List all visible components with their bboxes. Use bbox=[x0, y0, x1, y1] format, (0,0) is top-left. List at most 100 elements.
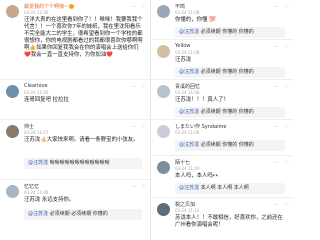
comment-username[interactable]: しまたい作 Syndaime bbox=[175, 123, 226, 130]
comment-text: 汪苏泷！！！真人了！ bbox=[175, 97, 229, 103]
avatar[interactable] bbox=[6, 5, 19, 18]
reply-text: 本人啊 本人啊 本人啊 bbox=[200, 185, 249, 191]
reply-icon[interactable]: ⋯ bbox=[275, 4, 280, 10]
reply-bubble[interactable]: @汪苏泷 必须续期 你懂的 你懂的 bbox=[175, 27, 285, 38]
like-icon[interactable]: ♡ bbox=[285, 202, 289, 208]
comment-time: 03-24 11:06 bbox=[24, 90, 49, 95]
left-comment-column: 最爱我的个个啊咖~ 03-24 11:06 ⋯ ♡ 汪洋大表的在这里看到你了！！… bbox=[0, 0, 151, 240]
avatar[interactable] bbox=[157, 203, 170, 216]
like-icon[interactable]: ♡ bbox=[285, 84, 289, 90]
reply-text: 啾啾啾啾啾啾啾啾啾啾啾啾 bbox=[49, 160, 110, 166]
comment-actions: ⋯ ♡ bbox=[275, 160, 289, 166]
avatar[interactable] bbox=[6, 125, 19, 138]
like-icon[interactable]: ♡ bbox=[142, 184, 146, 190]
reply-icon[interactable]: ⋯ bbox=[132, 124, 137, 130]
comment-username[interactable]: 帅士 bbox=[24, 123, 34, 130]
comment-actions: ⋯ ♡ bbox=[132, 4, 146, 10]
comment-actions: ⋯ ♡ bbox=[275, 84, 289, 90]
comment-text: 你懂的，你懂 💯 bbox=[175, 17, 216, 23]
avatar[interactable] bbox=[157, 161, 170, 174]
comment-item: しまたい作 Syndaime 03-24 11:08 ⋯ ♡ @汪苏泷 必须续期… bbox=[151, 120, 293, 156]
comment-item: 不鸣 03-24 11:08 ⋯ ♡ 你懂的，你懂 💯 @汪苏泷 必须续期 你懂… bbox=[151, 0, 293, 40]
reply-icon[interactable]: ⋯ bbox=[275, 124, 280, 130]
comment-item: 裂之贝加 03-24 11:12 ⋯ ♡ 苏泷本人！！不敢相信，好喜欢你，之前还… bbox=[151, 198, 293, 240]
reply-icon[interactable]: ⋯ bbox=[132, 84, 137, 90]
avatar[interactable] bbox=[157, 125, 170, 138]
reply-author[interactable]: @汪苏泷 bbox=[179, 142, 199, 148]
right-comment-column: 不鸣 03-24 11:08 ⋯ ♡ 你懂的，你懂 💯 @汪苏泷 必须续期 你懂… bbox=[151, 0, 293, 240]
comment-username[interactable]: Yellow bbox=[175, 43, 190, 49]
comment-time: 03-24 11:12 bbox=[175, 208, 200, 213]
comment-username[interactable]: 忆忆忆 bbox=[24, 183, 39, 190]
comment-time: 03-24 11:08 bbox=[175, 10, 200, 15]
comment-actions: ⋯ ♡ bbox=[275, 44, 289, 50]
reply-text: 必须续期 你懂的 你懂的 bbox=[200, 29, 254, 35]
comment-item: 忆忆忆 03-24 11:08 ⋯ ♡ 汪苏泷 永远支持你。 @汪苏泷 必须续期… bbox=[0, 180, 150, 240]
like-icon[interactable]: ♡ bbox=[142, 4, 146, 10]
like-icon[interactable]: ♡ bbox=[285, 124, 289, 130]
like-icon[interactable]: ♡ bbox=[285, 4, 289, 10]
reply-bubble[interactable]: @汪苏泷 本人啊 本人啊 本人啊 bbox=[175, 183, 285, 194]
reply-author[interactable]: @汪苏泷 bbox=[179, 29, 199, 35]
avatar[interactable] bbox=[157, 45, 170, 58]
like-icon[interactable]: ♡ bbox=[285, 44, 289, 50]
reply-bubble[interactable]: @汪苏泷 必须续期 必须续期 你懂的 bbox=[24, 209, 142, 220]
like-icon[interactable]: ♡ bbox=[142, 124, 146, 130]
comment-text: 汪苏泷👍🏻大家快来啊。请看一条野宝的小弦友。 bbox=[24, 137, 139, 143]
comment-item: 帅士 03-24 11:07 ⋯ ♡ 汪苏泷👍🏻大家快来啊。请看一条野宝的小弦友… bbox=[0, 120, 150, 180]
comment-time: 03-24 11:06 bbox=[24, 10, 49, 15]
reply-icon[interactable]: ⋯ bbox=[132, 184, 137, 190]
comment-time: 03-24 11:07 bbox=[24, 130, 49, 135]
comment-text: 本人吗，本人吗👀 bbox=[175, 173, 220, 179]
comment-actions: ⋯ ♡ bbox=[132, 184, 146, 190]
comment-time: 03-24 11:09 bbox=[175, 166, 200, 171]
reply-bubble[interactable]: @汪苏泷 必须续期 你懂的 你懂的 bbox=[175, 107, 285, 118]
like-icon[interactable]: ♡ bbox=[142, 84, 146, 90]
reply-author[interactable]: @汪苏泷 bbox=[179, 69, 199, 75]
comment-username[interactable]: 最爱我的个个啊咖~ bbox=[24, 3, 75, 10]
reply-icon[interactable]: ⋯ bbox=[275, 202, 280, 208]
comment-item: 青溪的回忆 03-24 11:08 ⋯ ♡ 汪苏泷！！！真人了！ @汪苏泷 必须… bbox=[151, 80, 293, 120]
avatar[interactable] bbox=[6, 85, 19, 98]
comment-item: Yellow 03-24 11:08 ⋯ ♡ 汪苏泷 @汪苏泷 必须续期 你懂的… bbox=[151, 40, 293, 80]
reply-icon[interactable]: ⋯ bbox=[275, 84, 280, 90]
comment-actions: ⋯ ♡ bbox=[132, 124, 146, 130]
comment-item: 最爱我的个个啊咖~ 03-24 11:06 ⋯ ♡ 汪洋大表的在这里看到你了！！… bbox=[0, 0, 150, 80]
reply-icon[interactable]: ⋯ bbox=[132, 4, 137, 10]
comment-username[interactable]: 陌十七 bbox=[175, 159, 190, 166]
reply-author[interactable]: @汪苏泷 bbox=[179, 185, 199, 191]
reply-bubble[interactable]: @汪苏泷 必须续期 你懂的 你懂的 bbox=[175, 140, 285, 151]
comment-actions: ⋯ ♡ bbox=[275, 124, 289, 130]
comment-text: 汪苏泷 永远支持你。 bbox=[24, 197, 75, 203]
reply-bubble[interactable]: @汪苏泷 啾啾啾啾啾啾啾啾啾啾啾啾 bbox=[24, 158, 142, 169]
reply-author[interactable]: @汪苏泷 bbox=[28, 211, 48, 217]
avatar[interactable] bbox=[157, 85, 170, 98]
reply-text: 必须续期 你懂的 你懂的 bbox=[200, 109, 254, 115]
comment-username[interactable]: 裂之贝加 bbox=[175, 201, 195, 208]
comment-item: 陌十七 03-24 11:09 ⋯ ♡ 本人吗，本人吗👀 @汪苏泷 本人啊 本人… bbox=[151, 156, 293, 198]
avatar[interactable] bbox=[157, 5, 170, 18]
comment-actions: ⋯ ♡ bbox=[132, 84, 146, 90]
comment-text: 汪洋大表的在这里看到你了！！啾咪！我要我我个代言！！一个喜欢你7年的妹纸，我在里… bbox=[24, 17, 143, 58]
comment-username[interactable]: 青溪的回忆 bbox=[175, 83, 200, 90]
comment-item: Clearlove 03-24 11:06 ⋯ ♡ 连哥回复吧 拉拉拉 bbox=[0, 80, 150, 120]
comment-username[interactable]: Clearlove bbox=[24, 83, 48, 89]
reply-text: 必须续期 你懂的 你懂的 bbox=[200, 69, 254, 75]
comment-text: 汪苏泷 bbox=[175, 57, 192, 63]
comment-text: 苏泷本人！！不敢相信，好喜欢你，之前还在广州看你演唱会呢！ bbox=[175, 215, 283, 228]
comment-text: 连哥回复吧 拉拉拉 bbox=[24, 97, 69, 103]
comment-time: 03-24 11:08 bbox=[175, 130, 200, 135]
reply-author[interactable]: @汪苏泷 bbox=[28, 160, 48, 166]
comment-username[interactable]: 不鸣 bbox=[175, 3, 185, 10]
avatar[interactable] bbox=[6, 185, 19, 198]
reply-bubble[interactable]: @汪苏泷 必须续期 你懂的 你懂的 bbox=[175, 67, 285, 78]
reply-author[interactable]: @汪苏泷 bbox=[179, 109, 199, 115]
reply-text: 必须续期 必须续期 你懂的 bbox=[49, 211, 108, 217]
comment-time: 03-24 11:08 bbox=[175, 90, 200, 95]
comment-time: 03-24 11:08 bbox=[175, 50, 200, 55]
reply-icon[interactable]: ⋯ bbox=[275, 160, 280, 166]
verified-badge-icon bbox=[69, 4, 75, 9]
reply-icon[interactable]: ⋯ bbox=[275, 44, 280, 50]
like-icon[interactable]: ♡ bbox=[285, 160, 289, 166]
comment-actions: ⋯ ♡ bbox=[275, 202, 289, 208]
